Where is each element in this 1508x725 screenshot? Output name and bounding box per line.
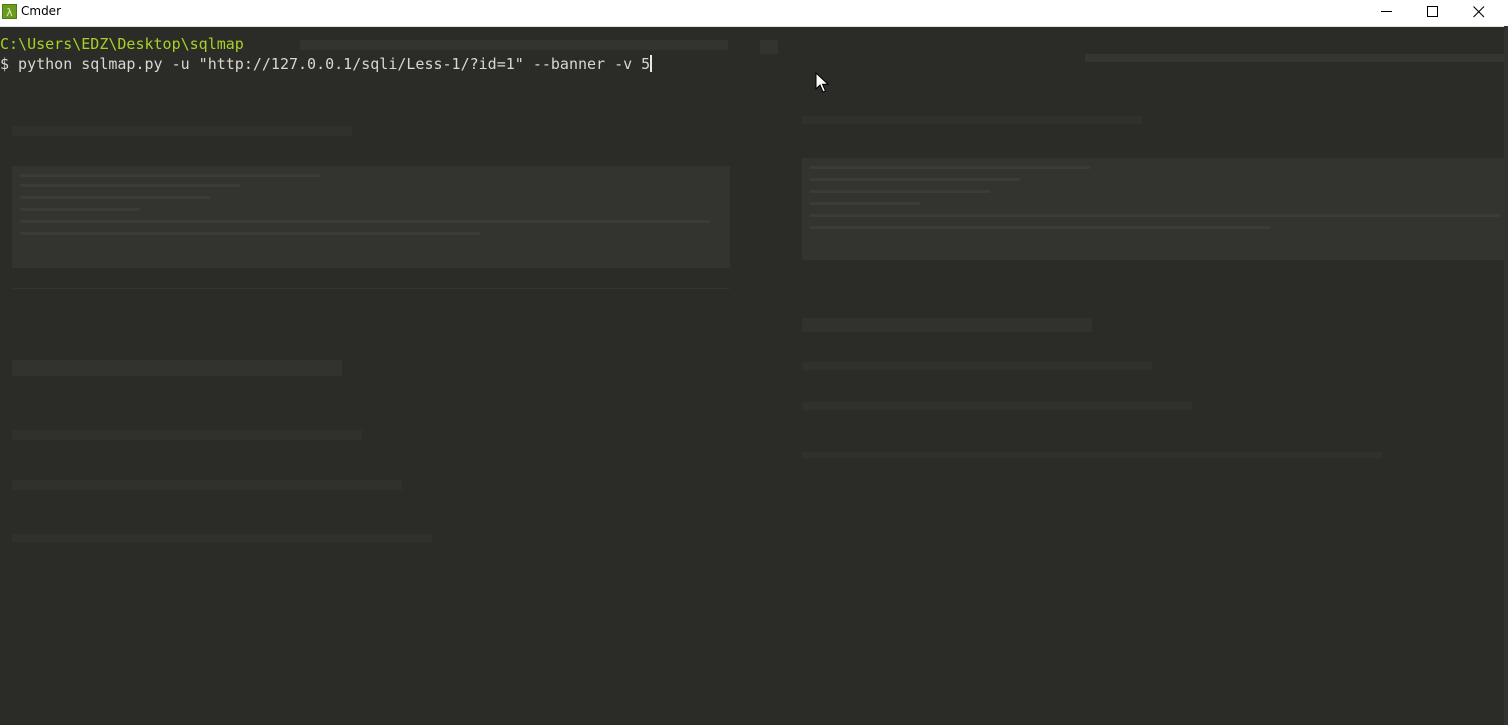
command-input[interactable]: python sqlmap.py -u "http://127.0.0.1/sq…: [9, 55, 650, 73]
close-button[interactable]: [1456, 0, 1502, 26]
terminal-output[interactable]: C:\Users\EDZ\Desktop\sqlmap $ python sql…: [0, 34, 1500, 74]
cmder-window: λ Cmder C:\Users\EDZ\Desktop\sqlmap $ py…: [0, 0, 1508, 725]
text-cursor: [650, 55, 653, 72]
minimize-button[interactable]: [1364, 0, 1410, 26]
window-title: Cmder: [21, 4, 62, 18]
command-line[interactable]: $ python sqlmap.py -u "http://127.0.0.1/…: [0, 54, 1500, 74]
title-bar[interactable]: λ Cmder: [0, 0, 1508, 27]
minimize-icon: [1381, 11, 1392, 12]
current-directory: C:\Users\EDZ\Desktop\sqlmap: [0, 35, 244, 53]
cmder-lambda-icon: λ: [2, 4, 17, 19]
maximize-button[interactable]: [1410, 0, 1456, 26]
background-ghost-content: [0, 26, 1508, 725]
scrollbar[interactable]: [1504, 26, 1508, 725]
close-icon: [1473, 6, 1485, 18]
prompt-symbol: $: [0, 55, 10, 73]
maximize-icon: [1427, 6, 1438, 17]
mouse-pointer-icon: [815, 72, 829, 93]
